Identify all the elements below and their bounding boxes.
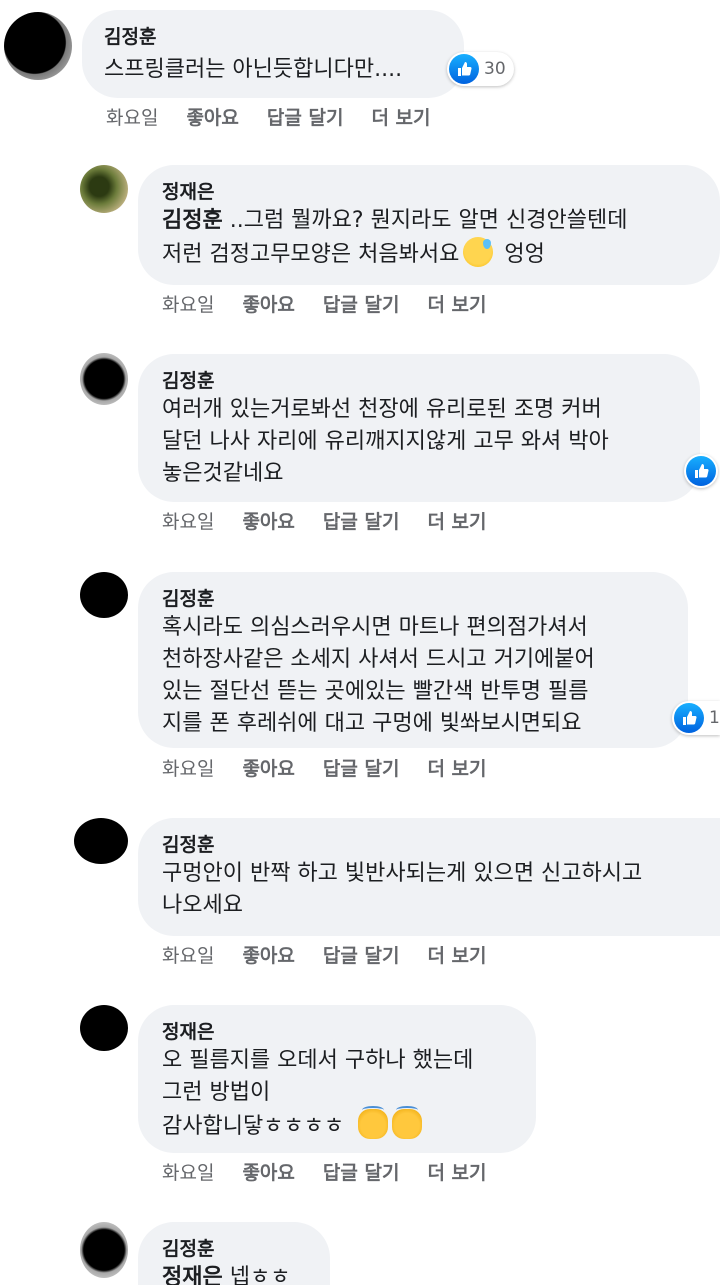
comment-text: 구멍안이 반짝 하고 빛반사되는게 있으면 신고하시고 나오세요 [162, 861, 643, 918]
like-button[interactable]: 좋아요 [242, 510, 294, 534]
comment-actions: 화요일 좋아요 답글 달기 더 보기 [162, 510, 487, 534]
reaction-badge[interactable]: 1 [672, 701, 720, 735]
thumbs-up-icon [449, 54, 479, 84]
comment-text: 정재은 넵ㅎㅎ [162, 1262, 306, 1285]
reply-button[interactable]: 답글 달기 [323, 1161, 400, 1185]
comment-author[interactable]: 김정훈 [162, 368, 676, 394]
comment-author[interactable]: 김정훈 [162, 832, 696, 858]
comment-bubble: 김정훈 혹시라도 의심스러우시면 마트나 편의점가셔서 천하장사같은 소세지 사… [138, 572, 688, 748]
more-button[interactable]: 더 보기 [371, 106, 430, 130]
timestamp[interactable]: 화요일 [162, 757, 214, 781]
comment-actions: 화요일 좋아요 답글 달기 더 보기 [162, 944, 487, 968]
comment-bubble: 김정훈 정재은 넵ㅎㅎ [138, 1222, 330, 1285]
avatar[interactable] [80, 572, 128, 618]
comment-bubble: 정재은 오 필름지를 오데서 구하나 했는데 그런 방법이 감사합니닿ㅎㅎㅎㅎ [138, 1005, 536, 1153]
clapping-hands-icon [358, 1106, 389, 1139]
more-button[interactable]: 더 보기 [427, 293, 486, 317]
reaction-badge[interactable]: 30 [447, 52, 514, 86]
timestamp[interactable]: 화요일 [162, 944, 214, 968]
mention-link[interactable]: 정재은 [162, 1265, 223, 1285]
reply-button[interactable]: 답글 달기 [323, 757, 400, 781]
timestamp[interactable]: 화요일 [162, 1161, 214, 1185]
reply-button[interactable]: 답글 달기 [323, 293, 400, 317]
reply-button[interactable]: 답글 달기 [323, 510, 400, 534]
more-button[interactable]: 더 보기 [427, 944, 486, 968]
comment-bubble: 김정훈 구멍안이 반짝 하고 빛반사되는게 있으면 신고하시고 나오세요 [138, 818, 720, 936]
comment-author[interactable]: 김정훈 [162, 1236, 306, 1262]
like-button[interactable]: 좋아요 [242, 293, 294, 317]
grinning-sweat-emoji-icon [463, 237, 494, 267]
reaction-badge[interactable] [684, 454, 718, 488]
comment-author[interactable]: 김정훈 [104, 24, 464, 50]
avatar[interactable] [74, 818, 128, 864]
comment-text: 오 필름지를 오데서 구하나 했는데 그런 방법이 감사합니닿ㅎㅎㅎㅎ [162, 1048, 474, 1139]
more-button[interactable]: 더 보기 [427, 757, 486, 781]
reply-button[interactable]: 답글 달기 [323, 944, 400, 968]
timestamp[interactable]: 화요일 [106, 106, 158, 130]
comment-text: 김정훈 ..그럼 뭘까요? 뭔지라도 알면 신경안쓸텐데 저런 검정고무모양은 … [162, 208, 628, 267]
comment-thread: 김정훈 스프링클러는 아닌듯합니다만.... 30 화요일 좋아요 답글 달기 … [0, 0, 720, 1285]
more-button[interactable]: 더 보기 [427, 510, 486, 534]
comment-bubble: 김정훈 스프링클러는 아닌듯합니다만.... [82, 10, 464, 98]
comment-author[interactable]: 정재은 [162, 179, 696, 205]
clapping-hands-icon [392, 1106, 423, 1139]
comment-actions: 화요일 좋아요 답글 달기 더 보기 [162, 757, 487, 781]
mention-link[interactable]: 김정훈 [162, 208, 223, 233]
comment-bubble: 김정훈 여러개 있는거로봐선 천장에 유리로된 조명 커버 달던 나사 자리에 … [138, 354, 700, 502]
avatar[interactable] [80, 165, 128, 213]
thumbs-up-icon [686, 456, 716, 486]
comment-text: 여러개 있는거로봐선 천장에 유리로된 조명 커버 달던 나사 자리에 유리깨지… [162, 397, 609, 486]
timestamp[interactable]: 화요일 [162, 293, 214, 317]
reaction-count: 30 [484, 59, 506, 79]
reply-button[interactable]: 답글 달기 [267, 106, 344, 130]
avatar[interactable] [80, 1005, 128, 1051]
comment-text: 혹시라도 의심스러우시면 마트나 편의점가셔서 천하장사같은 소세지 사셔서 드… [162, 615, 595, 736]
comment-bubble: 정재은 김정훈 ..그럼 뭘까요? 뭔지라도 알면 신경안쓸텐데 저런 검정고무… [138, 165, 720, 285]
comment-actions: 화요일 좋아요 답글 달기 더 보기 [162, 293, 487, 317]
thumbs-up-icon [674, 703, 704, 733]
like-button[interactable]: 좋아요 [186, 106, 238, 130]
comment-author[interactable]: 김정훈 [162, 586, 664, 612]
like-button[interactable]: 좋아요 [242, 944, 294, 968]
avatar[interactable] [80, 353, 128, 405]
reaction-count: 1 [709, 708, 720, 728]
avatar[interactable] [4, 12, 72, 80]
avatar[interactable] [80, 1222, 128, 1278]
timestamp[interactable]: 화요일 [162, 510, 214, 534]
comment-text: 스프링클러는 아닌듯합니다만.... [104, 57, 403, 82]
comment-actions: 화요일 좋아요 답글 달기 더 보기 [106, 106, 431, 130]
comment-actions: 화요일 좋아요 답글 달기 더 보기 [162, 1161, 487, 1185]
like-button[interactable]: 좋아요 [242, 757, 294, 781]
comment-author[interactable]: 정재은 [162, 1019, 512, 1045]
more-button[interactable]: 더 보기 [427, 1161, 486, 1185]
like-button[interactable]: 좋아요 [242, 1161, 294, 1185]
